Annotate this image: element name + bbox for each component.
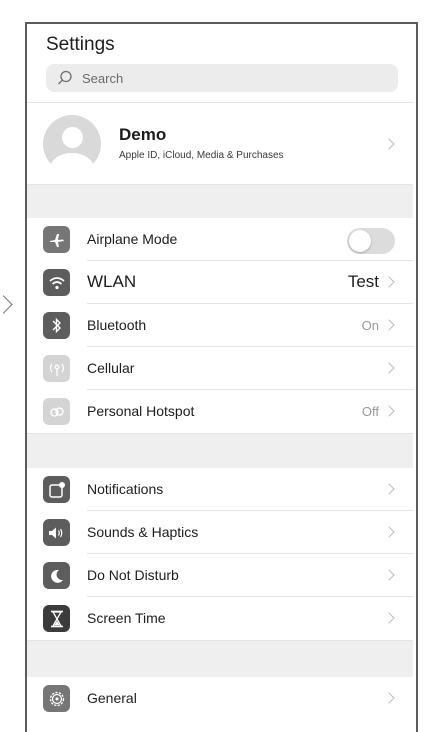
search-placeholder: Search (82, 70, 124, 86)
do-not-disturb-label: Do Not Disturb (87, 567, 179, 583)
wlan-label: WLAN (87, 272, 137, 291)
wlan-row[interactable]: WLAN Test (27, 261, 413, 304)
chevron-right-icon (383, 612, 395, 624)
cellular-row[interactable]: Cellular (27, 347, 413, 390)
search-input[interactable]: Search (46, 64, 398, 92)
do-not-disturb-row[interactable]: Do Not Disturb (27, 554, 413, 597)
notifications-label: Notifications (87, 481, 164, 497)
section-spacer (27, 640, 413, 678)
general-row[interactable]: General (27, 677, 413, 720)
sounds-haptics-label: Sounds & Haptics (87, 524, 199, 540)
section-spacer (27, 184, 413, 219)
bluetooth-row[interactable]: Bluetooth On (27, 304, 413, 347)
chevron-right-icon (383, 276, 395, 288)
section-spacer (27, 433, 413, 469)
general-label: General (87, 690, 137, 706)
expand-caret-icon (0, 295, 13, 314)
personal-hotspot-value: Off (361, 404, 379, 419)
airplane-mode-row[interactable]: Airplane Mode (27, 218, 413, 261)
profile-subtitle: Apple ID, iCloud, Media & Purchases (119, 150, 284, 161)
settings-screen: Settings Search Demo Apple ID, iCloud, M… (25, 22, 418, 732)
airplane-mode-toggle[interactable] (347, 228, 395, 254)
screen-time-label: Screen Time (87, 610, 166, 626)
chevron-right-icon (383, 692, 395, 704)
chevron-right-icon (383, 569, 395, 581)
apple-id-row[interactable]: Demo Apple ID, iCloud, Media & Purchases (27, 102, 413, 185)
page-title: Settings (46, 34, 115, 55)
moon-icon (43, 562, 70, 589)
chevron-right-icon (383, 138, 395, 150)
bluetooth-value: On (361, 318, 379, 333)
wifi-icon (43, 269, 70, 296)
personal-hotspot-label: Personal Hotspot (87, 403, 195, 419)
hourglass-icon (43, 605, 70, 632)
chevron-right-icon (383, 526, 395, 538)
gear-icon (43, 685, 70, 712)
notifications-icon (43, 476, 70, 503)
chevron-right-icon (383, 362, 395, 374)
profile-name: Demo (119, 125, 167, 144)
cellular-icon (43, 355, 70, 382)
wlan-value: Test (347, 272, 379, 291)
search-icon (58, 70, 72, 85)
notifications-row[interactable]: Notifications (27, 468, 413, 511)
cellular-label: Cellular (87, 360, 135, 376)
chevron-right-icon (383, 319, 395, 331)
airplane-icon (43, 226, 70, 253)
avatar (43, 115, 101, 173)
screen-time-row[interactable]: Screen Time (27, 597, 413, 640)
hotspot-icon (43, 398, 70, 425)
airplane-mode-label: Airplane Mode (87, 231, 178, 247)
chevron-right-icon (383, 405, 395, 417)
personal-hotspot-row[interactable]: Personal Hotspot Off (27, 390, 413, 433)
chevron-right-icon (383, 483, 395, 495)
bluetooth-label: Bluetooth (87, 317, 147, 333)
sound-icon (43, 519, 70, 546)
sounds-haptics-row[interactable]: Sounds & Haptics (27, 511, 413, 554)
bluetooth-icon (43, 312, 70, 339)
